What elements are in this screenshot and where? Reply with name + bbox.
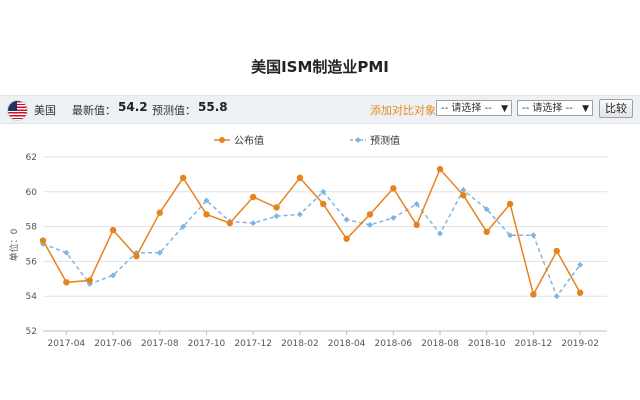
pmi-line-chart: 公布值 预测值 单位：0 52 54 56 58 60 62 2017-04 2017-06… (8, 134, 607, 349)
actual-point (460, 192, 467, 199)
actual-point (553, 247, 560, 255)
actual-point (530, 291, 537, 298)
x-tick-label: 2017-06 (94, 339, 132, 349)
actual-point (343, 235, 350, 242)
forecast-point (296, 211, 303, 218)
actual-point (576, 289, 584, 296)
x-tick-label: 2018-12 (515, 339, 553, 349)
y-tick-label: 56 (26, 257, 38, 267)
y-tick-label: 52 (26, 327, 37, 337)
legend-forecast-marker (355, 137, 361, 143)
x-tick-label: 2018-10 (468, 339, 506, 349)
actual-point (506, 200, 514, 208)
legend-actual-label: 公布值 (234, 134, 264, 147)
x-tick-label: 2018-08 (421, 339, 459, 349)
actual-point (320, 200, 327, 208)
actual-series-line (42, 167, 581, 297)
forecast-point (343, 216, 350, 223)
actual-point (133, 252, 140, 260)
actual-point (413, 221, 420, 229)
actual-point (273, 204, 280, 211)
x-tick-label: 2017-12 (234, 339, 272, 349)
y-tick-label: 54 (26, 292, 38, 302)
forecast-point (530, 232, 537, 239)
chart-legend: 公布值 预测值 (214, 134, 400, 147)
actual-point (390, 185, 397, 192)
y-tick-label: 62 (26, 153, 37, 163)
x-tick-label: 2018-06 (375, 339, 413, 349)
forecast-point (63, 249, 70, 256)
actual-point (249, 193, 257, 201)
y-tick-label: 60 (26, 188, 38, 198)
actual-point (366, 211, 374, 218)
forecast-point (553, 293, 560, 300)
actual-point (156, 209, 163, 216)
actual-point (109, 226, 117, 234)
actual-point (63, 279, 70, 286)
actual-point (86, 277, 93, 284)
forecast-point (273, 213, 280, 220)
y-tick-label: 58 (26, 223, 38, 233)
actual-point (203, 211, 210, 218)
x-tick-label: 2018-04 (328, 339, 366, 349)
x-tick-label: 2017-10 (188, 339, 226, 349)
forecast-point (250, 220, 257, 227)
x-tick-label: 2019-02 (561, 339, 599, 349)
legend-actual-marker (219, 137, 225, 143)
actual-point (436, 165, 444, 173)
actual-point (483, 228, 490, 236)
actual-point (226, 219, 234, 227)
actual-point (39, 237, 47, 244)
x-tick-label: 2018-02 (281, 339, 319, 349)
forecast-point (437, 230, 444, 237)
y-axis-title: 单位：0 (8, 228, 20, 261)
x-tick-label: 2017-04 (48, 339, 86, 349)
forecast-series-line (42, 188, 581, 298)
actual-point (296, 174, 304, 182)
legend-forecast-label: 预测值 (370, 134, 400, 147)
actual-point (179, 174, 187, 182)
x-tick-label: 2017-08 (141, 339, 179, 349)
